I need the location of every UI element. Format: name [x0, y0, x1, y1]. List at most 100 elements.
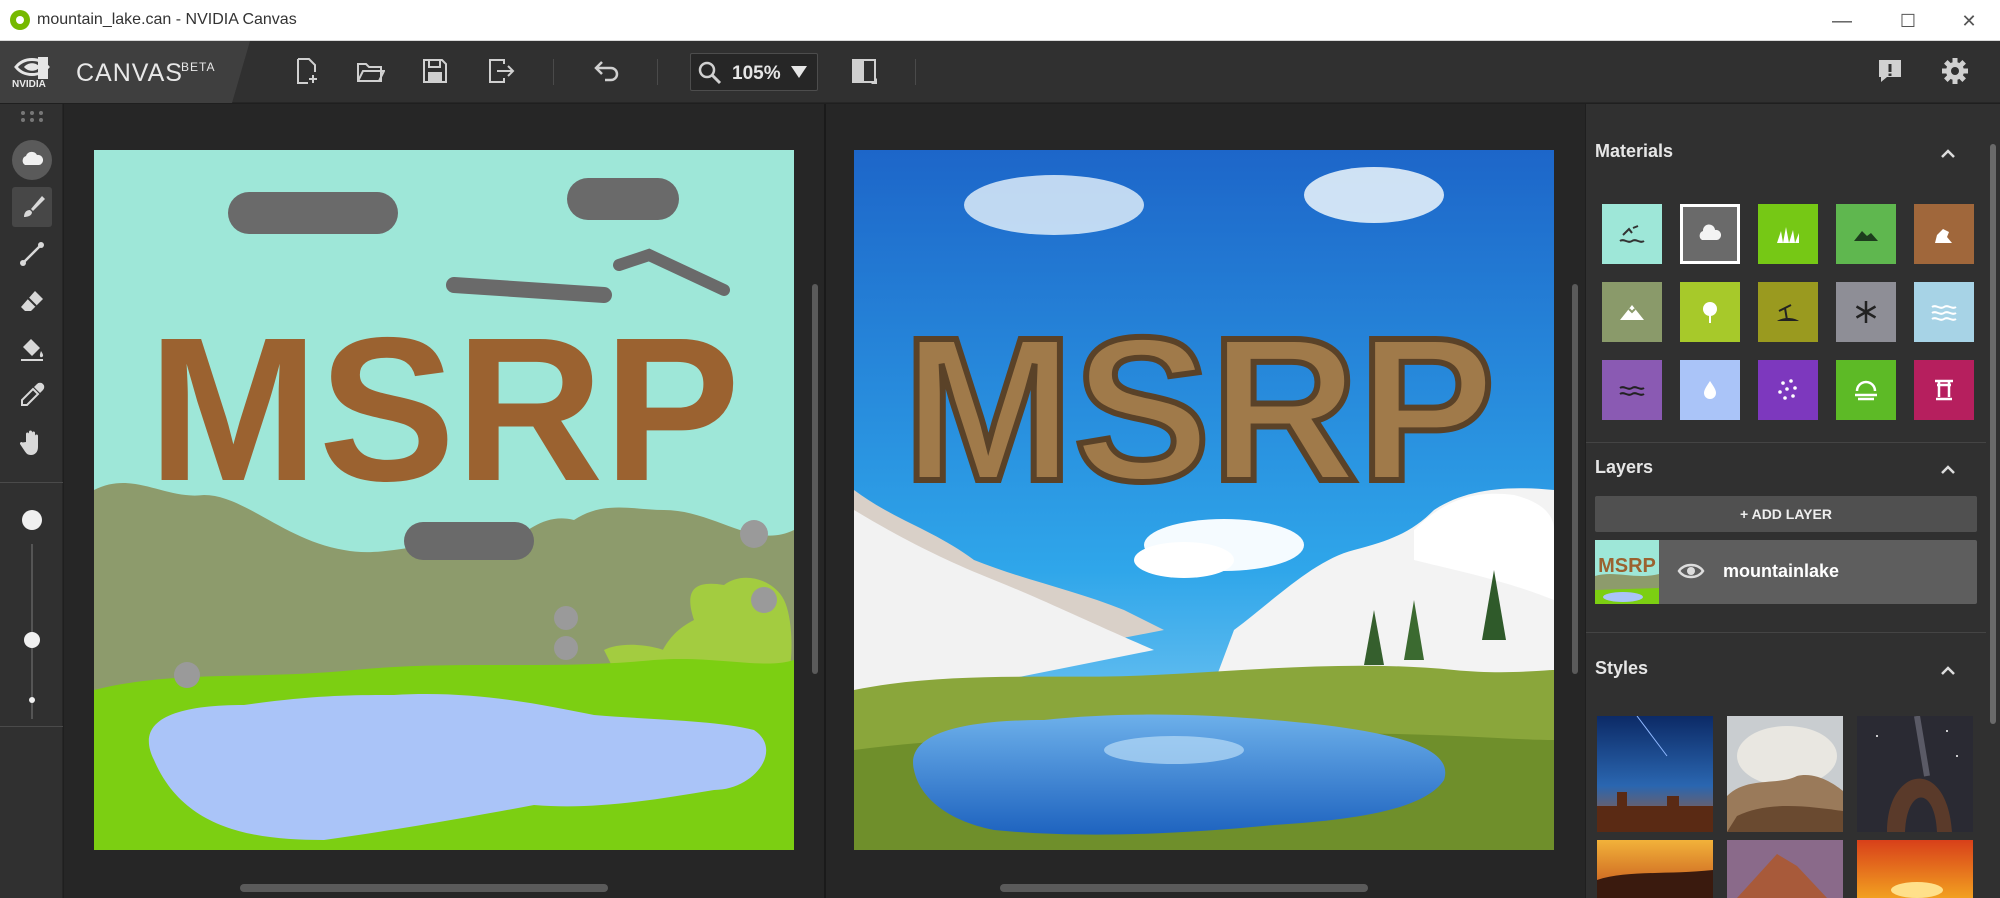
material-tree[interactable]: [1680, 282, 1740, 342]
add-layer-button[interactable]: + ADD LAYER: [1595, 496, 1977, 532]
layer-thumbnail: MSRP: [1595, 540, 1659, 604]
horizontal-scrollbar[interactable]: [1000, 884, 1368, 892]
grip-icon: [21, 111, 43, 122]
pan-tool[interactable]: [12, 422, 52, 462]
brush-icon: [24, 196, 45, 217]
save-button[interactable]: [415, 51, 455, 91]
side-panel: Materials Layers + ADD LAYER MSRP mounta…: [1585, 104, 2000, 898]
zoom-dropdown[interactable]: 105%: [690, 53, 818, 91]
eraser-tool[interactable]: [12, 281, 52, 321]
open-button[interactable]: [350, 51, 390, 91]
window-title: mountain_lake.can - NVIDIA Canvas: [37, 11, 297, 28]
style-night-arch-image: [1857, 716, 1973, 832]
sketch-pane: MSRP: [64, 104, 824, 898]
new-file-icon: [297, 58, 317, 84]
brush-tool[interactable]: [12, 187, 52, 227]
rail-divider: [0, 482, 63, 483]
line-icon: [20, 242, 44, 266]
chevron-down-icon: [791, 66, 807, 78]
material-sea[interactable]: [1602, 204, 1662, 264]
line-tool[interactable]: [12, 234, 52, 274]
fill-tool[interactable]: [12, 328, 52, 368]
visibility-eye-icon[interactable]: [1677, 560, 1705, 582]
undo-button[interactable]: [586, 51, 626, 91]
style-thumbnail[interactable]: [1727, 716, 1843, 832]
layer-item[interactable]: MSRP mountainlake: [1595, 540, 1977, 604]
horizontal-scrollbar[interactable]: [240, 884, 608, 892]
material-drop[interactable]: [1680, 360, 1740, 420]
material-building[interactable]: [1914, 360, 1974, 420]
close-button[interactable]: ✕: [1949, 6, 1989, 36]
style-thumbnail[interactable]: [1727, 840, 1843, 898]
water-icon: [1619, 386, 1645, 396]
material-snow[interactable]: [1836, 282, 1896, 342]
app-name: CANVAS: [76, 59, 183, 87]
mountain-icon: [1620, 305, 1644, 320]
material-fog[interactable]: [1836, 360, 1896, 420]
magnifier-icon: [698, 61, 722, 85]
beta-badge: BETA: [181, 60, 216, 74]
layers-title: Layers: [1595, 457, 1654, 477]
sketch-text: MSRP: [148, 295, 740, 524]
current-material-button[interactable]: [12, 140, 52, 180]
pan-hand-icon: [19, 430, 38, 455]
app-icon: [10, 10, 30, 30]
style-thumbnail[interactable]: [1597, 716, 1713, 832]
material-mountain[interactable]: [1602, 282, 1662, 342]
material-grass[interactable]: [1758, 204, 1818, 264]
feedback-button[interactable]: [1870, 51, 1910, 91]
new-file-button[interactable]: [286, 51, 326, 91]
building-icon: [1935, 379, 1953, 401]
fill-bucket-icon: [21, 339, 44, 361]
output-canvas: MSRP: [854, 150, 1554, 850]
brush-size-small-icon: [29, 697, 35, 703]
snow-icon: [1855, 301, 1877, 323]
chevron-up-icon[interactable]: [1936, 458, 1960, 482]
main-toolbar: NVIDIA CANVAS BETA 105%: [0, 41, 2000, 103]
drop-icon: [1704, 381, 1716, 399]
export-button[interactable]: [481, 51, 521, 91]
material-rock[interactable]: [1914, 204, 1974, 264]
material-dust[interactable]: [1758, 360, 1818, 420]
material-river[interactable]: [1914, 282, 1974, 342]
compare-icon: [852, 59, 877, 84]
layer-thumbnail-text: MSRP: [1598, 555, 1656, 577]
maximize-button[interactable]: ☐: [1888, 6, 1928, 36]
sketch-canvas[interactable]: MSRP: [94, 150, 794, 850]
zoom-value: 105%: [732, 63, 781, 84]
style-thumbnail[interactable]: [1857, 840, 1973, 898]
rock-letters-text: MSRP: [903, 295, 1495, 524]
minimize-button[interactable]: —: [1822, 6, 1862, 36]
toolbar-divider: [553, 59, 554, 85]
style-thumbnail[interactable]: [1597, 840, 1713, 898]
material-sand[interactable]: [1758, 282, 1818, 342]
chevron-up-icon[interactable]: [1936, 659, 1960, 683]
tool-rail: [0, 104, 63, 898]
material-water[interactable]: [1602, 360, 1662, 420]
style-red-sunset-image: [1857, 840, 1973, 898]
compare-view-button[interactable]: [844, 51, 884, 91]
brush-size-slider-thumb[interactable]: [24, 632, 40, 648]
toolbar-divider: [915, 59, 916, 85]
feedback-icon: [1879, 60, 1901, 82]
window-title-bar: mountain_lake.can - NVIDIA Canvas — ☐ ✕: [0, 0, 2000, 41]
section-divider: [1586, 442, 1986, 443]
eyedropper-tool[interactable]: [12, 375, 52, 415]
sand-icon: [1777, 304, 1799, 321]
materials-title: Materials: [1595, 141, 1674, 161]
style-thumbnail[interactable]: [1857, 716, 1973, 832]
generated-landscape: MSRP: [854, 150, 1554, 850]
undo-icon: [594, 61, 619, 82]
tree-icon: [1703, 302, 1717, 323]
material-hill[interactable]: [1836, 204, 1896, 264]
river-icon: [1931, 305, 1957, 321]
chevron-up-icon[interactable]: [1936, 142, 1960, 166]
panel-scrollbar[interactable]: [1990, 144, 1996, 724]
rail-divider: [0, 726, 63, 727]
material-cloud[interactable]: [1680, 204, 1740, 264]
vertical-scrollbar[interactable]: [1572, 284, 1578, 674]
save-icon: [423, 59, 447, 83]
vertical-scrollbar[interactable]: [812, 284, 818, 674]
settings-icon: [1942, 58, 1968, 84]
settings-button[interactable]: [1935, 51, 1975, 91]
